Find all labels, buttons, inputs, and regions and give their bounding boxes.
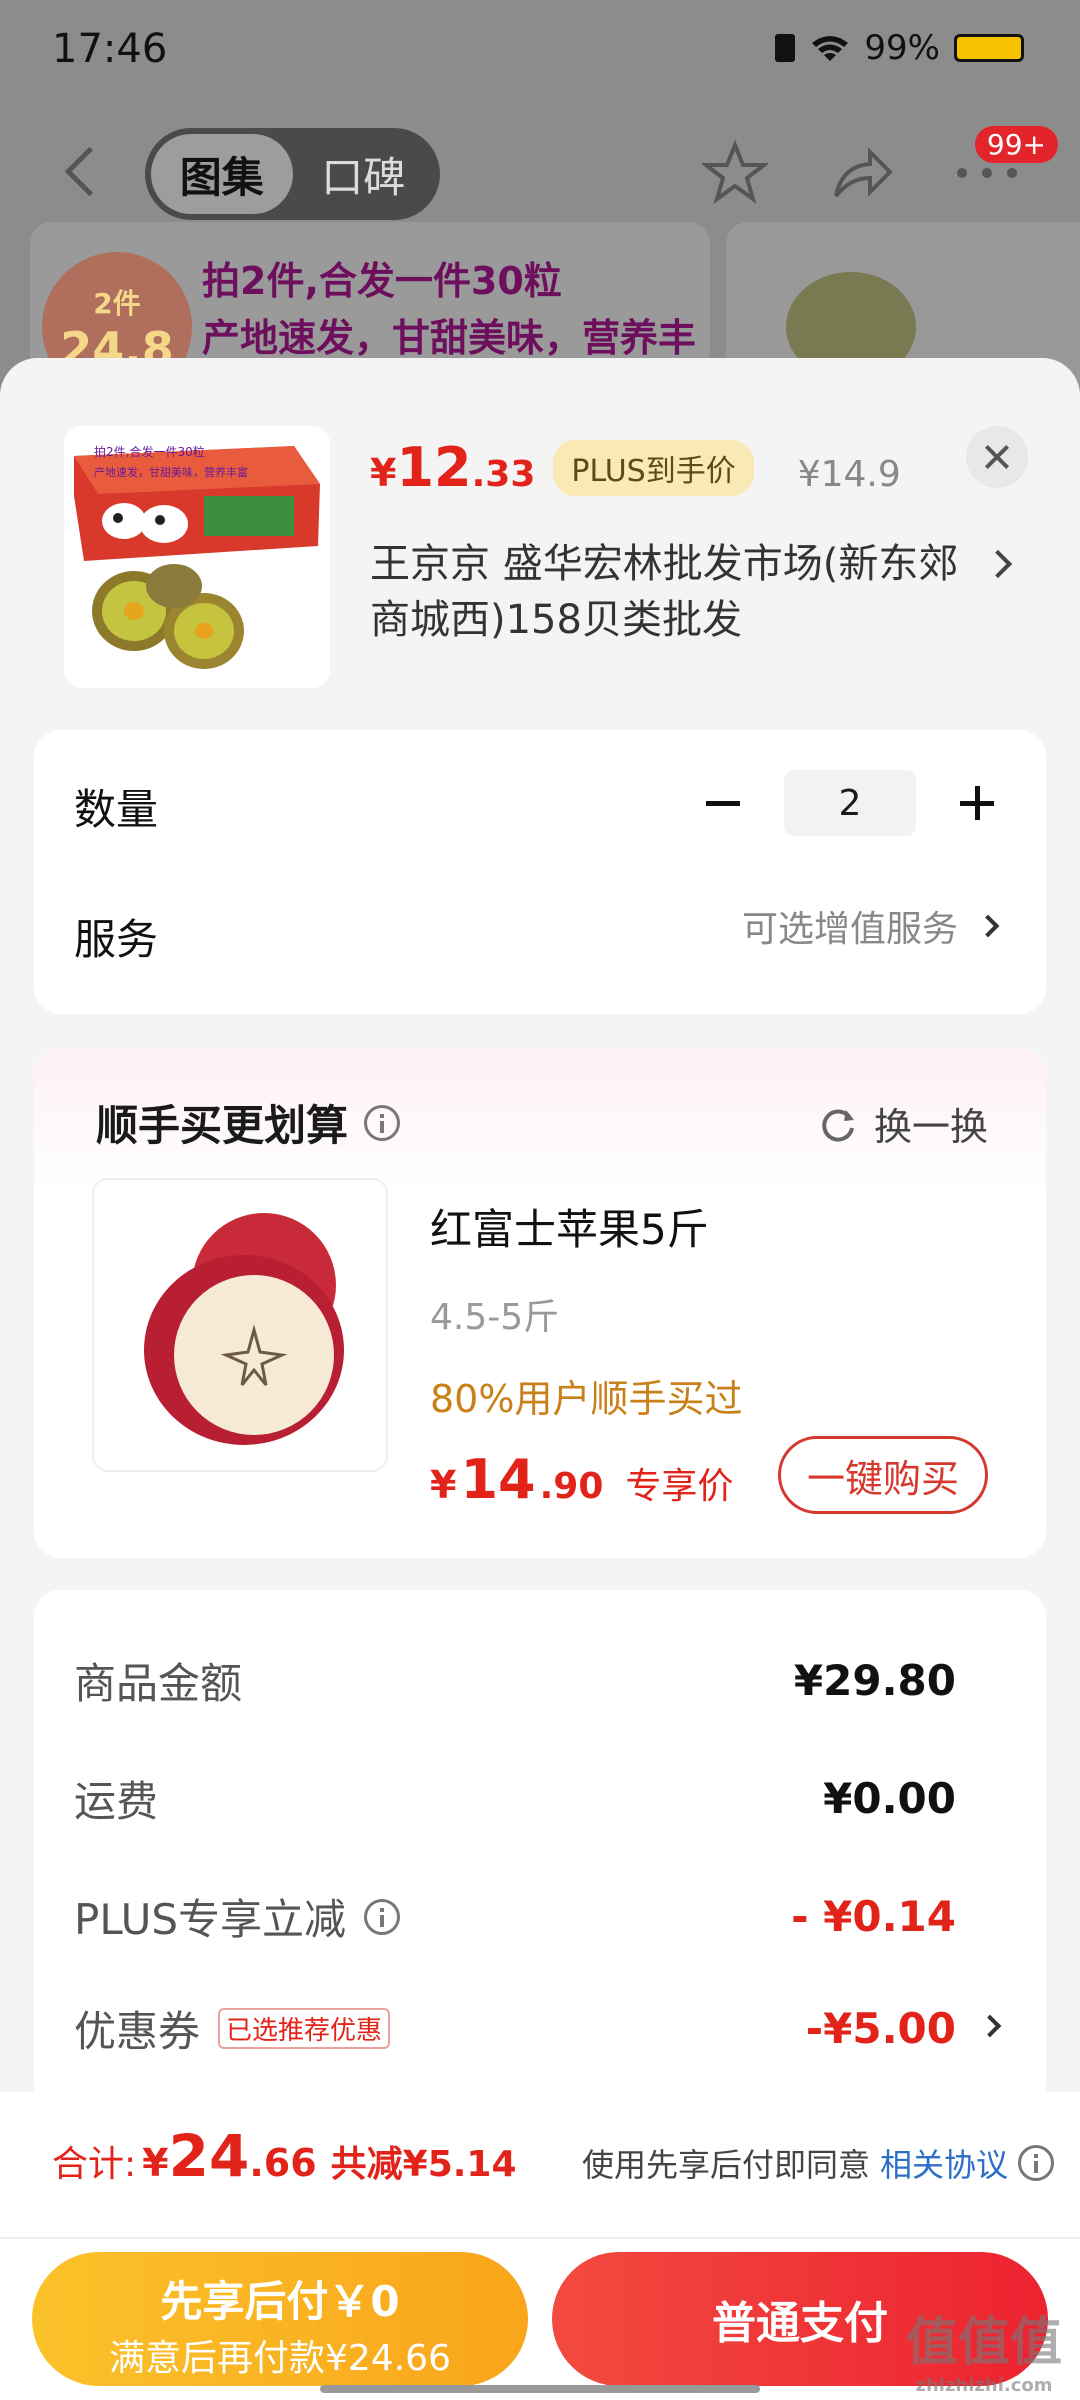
info-icon[interactable] bbox=[364, 1898, 401, 1935]
coupon-label: 优惠券 bbox=[74, 2007, 201, 2056]
price-row: ¥12.33 PLUS到手价 ¥14.9 bbox=[370, 436, 901, 499]
quantity-label: 数量 bbox=[74, 785, 159, 834]
share-icon[interactable] bbox=[828, 140, 894, 206]
pay-later-subtitle: 满意后再付款¥24.66 bbox=[109, 2338, 451, 2379]
one-click-buy-button[interactable]: 一键购买 bbox=[778, 1436, 988, 1514]
summary-row-coupon[interactable]: 优惠券 已选推荐优惠 -¥5.00 bbox=[74, 1998, 956, 2059]
current-price: ¥12.33 bbox=[370, 436, 535, 499]
roundel-line1: 2件 bbox=[93, 287, 141, 320]
chevron-right-icon[interactable] bbox=[978, 2014, 1002, 2038]
tab-gallery[interactable]: 图集 bbox=[151, 134, 293, 214]
swap-label: 换一换 bbox=[873, 1105, 988, 1149]
wifi-icon bbox=[812, 36, 849, 61]
order-summary-card: 商品金额 ¥29.80 运费 ¥0.00 PLUS专享立减 - ¥0.14 优惠… bbox=[34, 1590, 1046, 2110]
pay-later-title: 先享后付￥0 bbox=[160, 2277, 400, 2326]
back-arrow-icon[interactable] bbox=[62, 148, 102, 198]
nav-actions bbox=[702, 140, 1020, 206]
watermark-sub: zhizhizhi.com bbox=[915, 2375, 1053, 2396]
message-badge: 99+ bbox=[974, 126, 1058, 163]
battery-percent: 99% bbox=[864, 28, 940, 68]
refresh-icon bbox=[822, 1109, 854, 1142]
recommendation-title: 顺手买更划算 bbox=[96, 1092, 401, 1153]
coupon-value: -¥5.00 bbox=[805, 2004, 956, 2053]
product-thumbnail[interactable]: 拍2件,合发一件30粒 产地速发，甘甜美味，营养丰富 bbox=[64, 426, 330, 688]
total-integer: 24 bbox=[168, 2122, 250, 2190]
status-indicators: 99% bbox=[774, 28, 1024, 68]
info-icon[interactable] bbox=[364, 1104, 401, 1141]
divider bbox=[0, 2237, 1080, 2239]
recommended-social-proof: 80%用户顺手买过 bbox=[430, 1377, 743, 1421]
total-symbol: ¥ bbox=[142, 2141, 169, 2185]
rec-price-decimal: .90 bbox=[539, 1466, 604, 1507]
status-time: 17:46 bbox=[52, 26, 168, 72]
more-dots-icon[interactable] bbox=[954, 163, 1020, 183]
total-decimal: .66 bbox=[249, 2141, 317, 2185]
goods-amount-label: 商品金额 bbox=[74, 1659, 243, 1708]
plus-discount-label-group: PLUS专享立减 bbox=[74, 1886, 401, 1947]
recommended-product-spec: 4.5-5斤 bbox=[430, 1297, 560, 1338]
pay-later-button[interactable]: 先享后付￥0 满意后再付款¥24.66 bbox=[32, 2252, 528, 2386]
decrease-button[interactable] bbox=[698, 778, 748, 828]
sim-icon bbox=[775, 34, 796, 62]
summary-row-plus-discount: PLUS专享立减 - ¥0.14 bbox=[74, 1886, 956, 1947]
kiwi-box-image: 拍2件,合发一件30粒 产地速发，甘甜美味，营养丰富 bbox=[64, 426, 330, 688]
price-integer: 12 bbox=[396, 436, 472, 499]
tab-reviews[interactable]: 口碑 bbox=[293, 134, 435, 214]
summary-row-goods: 商品金额 ¥29.80 bbox=[74, 1650, 956, 1711]
agreement-link[interactable]: 相关协议 bbox=[880, 2140, 1008, 2186]
status-bar: 17:46 99% bbox=[0, 0, 1080, 110]
summary-row-shipping: 运费 ¥0.00 bbox=[74, 1768, 956, 1829]
chevron-right-icon[interactable] bbox=[983, 549, 1013, 579]
home-indicator[interactable] bbox=[320, 2385, 760, 2393]
close-button[interactable] bbox=[966, 426, 1028, 488]
watermark-text: 值值值 bbox=[905, 2313, 1062, 2373]
site-watermark: 值值值 zhizhizhi.com bbox=[906, 2300, 1062, 2396]
plus-discount-value: - ¥0.14 bbox=[791, 1892, 956, 1941]
order-total: 合计: ¥ 24 .66 共减¥5.14 bbox=[52, 2122, 517, 2190]
total-label: 合计: bbox=[52, 2144, 137, 2185]
recommendation-card: 顺手买更划算 换一换 红富士苹果5斤 4.5-5斤 80%用户顺手买过 ¥14.… bbox=[34, 1048, 1046, 1558]
agreement-notice: 使用先享后付即同意 相关协议 bbox=[582, 2140, 1054, 2186]
original-price: ¥14.9 bbox=[797, 454, 901, 495]
recommendation-title-text: 顺手买更划算 bbox=[96, 1101, 349, 1150]
coupon-recommended-tag: 已选推荐优惠 bbox=[218, 2008, 391, 2049]
service-selector[interactable]: 可选增值服务 bbox=[741, 900, 1000, 952]
quantity-stepper: 2 bbox=[698, 770, 1002, 836]
recommended-product-name[interactable]: 红富士苹果5斤 bbox=[430, 1196, 709, 1257]
gallery-tab-switch: 图集 口碑 bbox=[145, 128, 440, 220]
recommended-price: ¥14.90 专享价 bbox=[430, 1448, 733, 1511]
product-header: 拍2件,合发一件30粒 产地速发，甘甜美味，营养丰富 ¥12.33 PLUS到手… bbox=[0, 358, 1080, 730]
apple-image bbox=[94, 1180, 386, 1470]
plus-price-tag: PLUS到手价 bbox=[553, 439, 754, 496]
service-value: 可选增值服务 bbox=[741, 909, 958, 950]
plus-discount-label: PLUS专享立减 bbox=[74, 1895, 347, 1944]
service-label: 服务 bbox=[74, 915, 159, 964]
agreement-text: 使用先享后付即同意 bbox=[581, 2146, 870, 2184]
rec-price-integer: 14 bbox=[460, 1448, 536, 1511]
background-product-page: 17:46 99% 图集 口碑 99+ 2件 24.8 拍2件,合发一件30粒 … bbox=[0, 0, 1080, 400]
coupon-label-group: 优惠券 已选推荐优惠 bbox=[74, 1998, 391, 2059]
exclusive-price-tag: 专享价 bbox=[625, 1466, 734, 1507]
price-symbol: ¥ bbox=[370, 451, 397, 495]
chevron-right-icon bbox=[976, 914, 1000, 938]
goods-amount-value: ¥29.80 bbox=[793, 1656, 956, 1705]
price-decimal: .33 bbox=[471, 454, 536, 495]
shipping-label: 运费 bbox=[74, 1777, 159, 1826]
quantity-service-card: 数量 2 服务 可选增值服务 bbox=[34, 730, 1046, 1014]
rec-price-symbol: ¥ bbox=[430, 1463, 457, 1507]
total-saved: 共减¥5.14 bbox=[330, 2144, 517, 2185]
recommended-product-image[interactable] bbox=[92, 1178, 388, 1472]
favorite-star-icon[interactable] bbox=[702, 140, 768, 206]
swap-button[interactable]: 换一换 bbox=[818, 1096, 988, 1151]
promo-line1: 拍2件,合发一件30粒 bbox=[202, 259, 562, 303]
thumb-promo-line1: 拍2件,合发一件30粒 bbox=[94, 444, 205, 459]
battery-icon bbox=[954, 34, 1024, 62]
quantity-input[interactable]: 2 bbox=[784, 770, 916, 836]
increase-button[interactable] bbox=[952, 778, 1002, 828]
shipping-value: ¥0.00 bbox=[823, 1774, 956, 1823]
info-icon[interactable] bbox=[1018, 2145, 1054, 2181]
thumb-promo-line2: 产地速发，甘甜美味，营养丰富 bbox=[94, 465, 248, 479]
delivery-address[interactable]: 王京京 盛华宏林批发市场(新东郊商城西)158贝类批发 bbox=[370, 536, 970, 648]
